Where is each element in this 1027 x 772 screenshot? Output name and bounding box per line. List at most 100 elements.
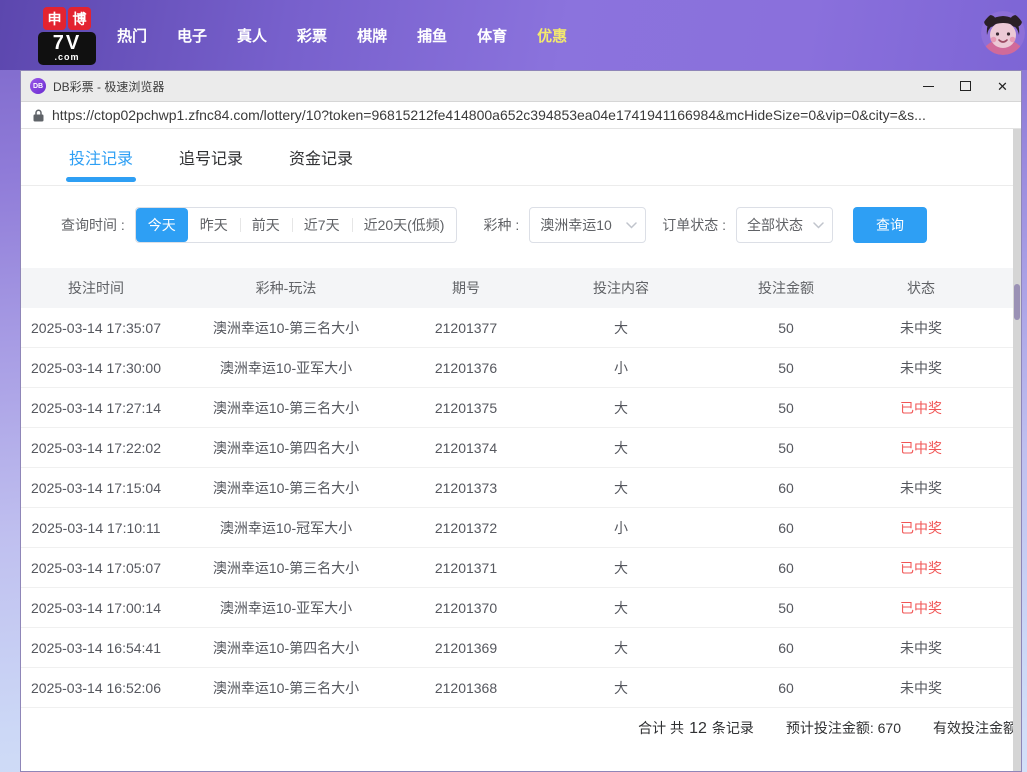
close-icon: ✕ <box>997 80 1008 93</box>
time-option-2[interactable]: 前天 <box>240 208 292 242</box>
game-cell: 澳洲幸运10-第三名大小 <box>171 678 401 698</box>
content-cell: 小 <box>531 518 711 538</box>
nav-item-4[interactable]: 棋牌 <box>357 25 387 46</box>
status-cell: 已中奖 <box>861 398 981 418</box>
game-cell: 澳洲幸运10-第四名大小 <box>171 438 401 458</box>
period-cell: 21201373 <box>401 480 531 496</box>
period-cell: 21201375 <box>401 400 531 416</box>
nav-item-0[interactable]: 热门 <box>117 25 147 46</box>
status-cell: 未中奖 <box>861 678 981 698</box>
order-status-filter-label: 订单状态 : <box>662 215 726 235</box>
maximize-button[interactable] <box>947 71 984 101</box>
table-header-row: 投注时间彩种-玩法期号投注内容投注金额状态 <box>21 268 1021 308</box>
time-option-3[interactable]: 近7天 <box>292 208 352 242</box>
status-cell: 已中奖 <box>861 558 981 578</box>
filter-bar: 查询时间 : 今天昨天前天近7天近20天(低频) 彩种 : 澳洲幸运10 订单状… <box>21 207 1021 243</box>
time-filter-group: 今天昨天前天近7天近20天(低频) <box>135 207 458 243</box>
tab-1[interactable]: 追号记录 <box>179 129 243 185</box>
nav-item-3[interactable]: 彩票 <box>297 25 327 46</box>
time-cell: 2025-03-14 16:54:41 <box>21 640 171 656</box>
url-bar: https://ctop02pchwp1.zfnc84.com/lottery/… <box>21 101 1021 129</box>
table-row: 2025-03-14 17:15:04澳洲幸运10-第三名大小21201373大… <box>21 468 1021 508</box>
nav-item-5[interactable]: 捕鱼 <box>417 25 447 46</box>
table-row: 2025-03-14 17:05:07澳洲幸运10-第三名大小21201371大… <box>21 548 1021 588</box>
window-favicon: DB <box>30 78 46 94</box>
close-button[interactable]: ✕ <box>984 71 1021 101</box>
order-status-select-value: 全部状态 <box>747 215 803 235</box>
nav-item-7[interactable]: 优惠 <box>537 25 567 46</box>
status-cell: 未中奖 <box>861 318 981 338</box>
logo-com-text: .com <box>38 53 96 62</box>
table-body: 2025-03-14 17:35:07 澳洲幸运10-第三名大小 21201377 大… <box>21 308 1021 708</box>
site-logo[interactable]: 申 博 7V .com <box>38 7 96 65</box>
url-input[interactable]: https://ctop02pchwp1.zfnc84.com/lottery/… <box>52 107 926 123</box>
lottery-select-value: 澳洲幸运10 <box>540 215 612 235</box>
time-option-4[interactable]: 近20天(低频) <box>352 208 457 242</box>
time-filter-label: 查询时间 : <box>61 215 125 235</box>
minimize-icon <box>923 86 934 87</box>
chevron-down-icon <box>626 222 637 229</box>
tab-0[interactable]: 投注记录 <box>69 129 133 185</box>
column-header-3: 投注内容 <box>531 278 711 298</box>
game-cell: 澳洲幸运10-亚军大小 <box>171 598 401 618</box>
time-cell: 2025-03-14 16:52:06 <box>21 680 171 696</box>
time-cell: 2025-03-14 17:30:00 <box>21 360 171 376</box>
amount-cell: 60 <box>711 520 861 536</box>
status-cell: 已中奖 <box>861 438 981 458</box>
time-cell: 2025-03-14 17:27:14 <box>21 400 171 416</box>
period-cell: 21201370 <box>401 600 531 616</box>
period-cell: 21201371 <box>401 560 531 576</box>
game-cell: 澳洲幸运10-第三名大小 <box>171 398 401 418</box>
period-cell: 21201374 <box>401 440 531 456</box>
valid-bet-amount-label: 有效投注金额 <box>933 718 1017 738</box>
content-cell: 大 <box>531 678 711 698</box>
column-header-0: 投注时间 <box>21 278 171 298</box>
nav-item-2[interactable]: 真人 <box>237 25 267 46</box>
period-cell: 21201377 <box>401 320 531 336</box>
content-cell: 大 <box>531 398 711 418</box>
logo-7v-text: 7V <box>38 34 96 53</box>
scrollbar-track[interactable] <box>1013 129 1021 771</box>
content-cell: 大 <box>531 478 711 498</box>
user-avatar[interactable] <box>981 11 1025 55</box>
game-cell: 澳洲幸运10-第三名大小 <box>171 558 401 578</box>
amount-cell: 60 <box>711 560 861 576</box>
minimize-button[interactable] <box>910 71 947 101</box>
period-cell: 21201368 <box>401 680 531 696</box>
bet-record-table: 投注时间彩种-玩法期号投注内容投注金额状态 2025-03-14 17:35:0… <box>21 268 1021 748</box>
time-option-1[interactable]: 昨天 <box>188 208 240 242</box>
logo-black-panel: 7V .com <box>38 32 96 65</box>
site-header: 申 博 7V .com 热门 电子 真人 彩票 棋牌 捕鱼 体育 优惠 <box>0 0 1027 70</box>
status-cell: 已中奖 <box>861 518 981 538</box>
query-button[interactable]: 查询 <box>853 207 927 243</box>
order-status-select[interactable]: 全部状态 <box>736 207 833 243</box>
chevron-down-icon <box>813 222 824 229</box>
window-title: DB彩票 - 极速浏览器 <box>53 78 910 95</box>
scrollbar-thumb[interactable] <box>1014 284 1020 320</box>
status-cell: 未中奖 <box>861 358 981 378</box>
table-footer: 合计 共12条记录 预计投注金额: 670 有效投注金额 <box>21 708 1021 748</box>
lottery-select[interactable]: 澳洲幸运10 <box>529 207 646 243</box>
tab-2[interactable]: 资金记录 <box>289 129 353 185</box>
amount-cell: 50 <box>711 400 861 416</box>
table-row: 2025-03-14 16:52:06澳洲幸运10-第三名大小21201368大… <box>21 668 1021 708</box>
nav-item-6[interactable]: 体育 <box>477 25 507 46</box>
amount-cell: 60 <box>711 480 861 496</box>
time-option-0[interactable]: 今天 <box>136 208 188 242</box>
logo-square-2: 博 <box>68 7 91 30</box>
status-cell: 未中奖 <box>861 478 981 498</box>
time-cell: 2025-03-14 17:22:02 <box>21 440 171 456</box>
content-cell: 大 <box>531 558 711 578</box>
game-cell: 澳洲幸运10-第三名大小 <box>171 478 401 498</box>
estimated-bet-amount: 预计投注金额: 670 <box>786 718 901 738</box>
total-suffix: 条记录 <box>712 720 754 736</box>
nav-item-1[interactable]: 电子 <box>177 25 207 46</box>
estimated-value: 670 <box>878 720 901 736</box>
time-cell: 2025-03-14 17:35:07 <box>21 320 171 336</box>
period-cell: 21201376 <box>401 360 531 376</box>
amount-cell: 50 <box>711 440 861 456</box>
status-cell: 未中奖 <box>861 638 981 658</box>
period-cell: 21201372 <box>401 520 531 536</box>
table-row: 2025-03-14 17:35:07澳洲幸运10-第三名大小21201377大… <box>21 308 1021 348</box>
amount-cell: 50 <box>711 600 861 616</box>
